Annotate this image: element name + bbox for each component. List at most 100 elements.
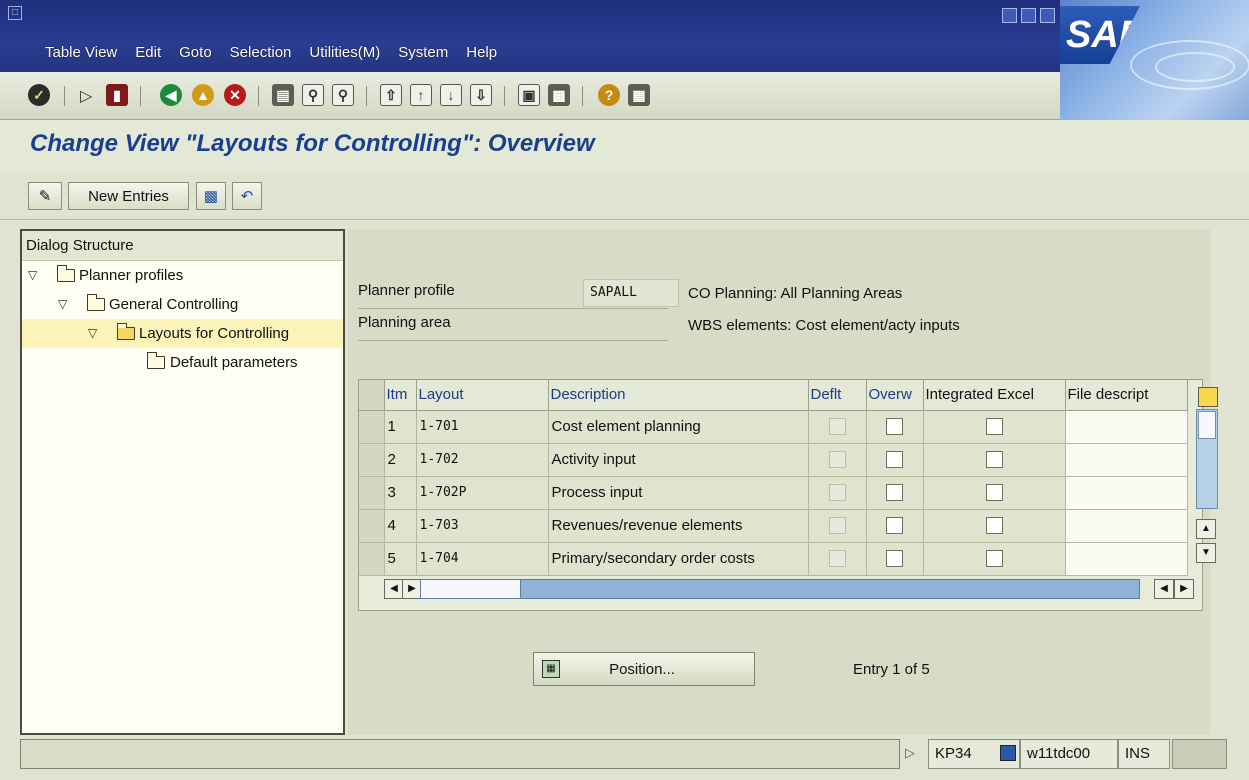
save-icon[interactable]: ▮ xyxy=(106,84,128,106)
server-info-icon[interactable] xyxy=(1000,745,1016,761)
system-menu-icon[interactable]: □ xyxy=(8,6,22,20)
undo-change-button[interactable]: ↶ xyxy=(232,182,262,210)
file-description-input[interactable] xyxy=(1065,443,1188,477)
print-icon[interactable]: ▤ xyxy=(272,84,294,106)
overwrite-checkbox[interactable] xyxy=(886,451,903,469)
row-selector-header[interactable] xyxy=(359,380,385,411)
layout-menu-icon[interactable]: ▦ xyxy=(628,84,650,106)
maximize-icon[interactable] xyxy=(1021,8,1036,23)
folder-icon xyxy=(86,294,105,311)
page-title: Change View "Layouts for Controlling": O… xyxy=(30,130,595,157)
cancel-icon[interactable]: ✕ xyxy=(224,84,246,106)
scroll-up-icon[interactable]: ▲ xyxy=(1196,519,1216,539)
shortcut-icon[interactable]: ▩ xyxy=(548,84,570,106)
copy-icon: ▩ xyxy=(203,188,219,205)
menu-utilities[interactable]: Utilities(M) xyxy=(300,44,389,61)
insert-mode[interactable]: INS xyxy=(1118,739,1170,769)
row-selector[interactable] xyxy=(359,476,385,510)
table-settings-icon[interactable] xyxy=(1198,387,1218,407)
overwrite-checkbox[interactable] xyxy=(886,418,903,436)
table-row[interactable]: 2 1-702 Activity input xyxy=(359,443,1188,477)
server-name: w11tdc00 xyxy=(1020,739,1118,769)
integrated-excel-checkbox[interactable] xyxy=(985,550,1003,568)
status-expand-icon[interactable]: ▷ xyxy=(905,745,915,761)
scroll-down-icon[interactable]: ▼ xyxy=(1196,543,1216,563)
menu-goto[interactable]: Goto xyxy=(170,44,221,61)
scroll-track[interactable] xyxy=(1196,409,1218,509)
menu-help[interactable]: Help xyxy=(457,44,506,61)
scroll-thumb[interactable] xyxy=(1198,411,1216,439)
exit-icon[interactable]: ▲ xyxy=(192,84,214,106)
scroll-right-icon[interactable]: ▶ xyxy=(402,579,422,599)
close-icon[interactable] xyxy=(1040,8,1055,23)
display-change-button[interactable]: ✎ xyxy=(28,182,62,210)
default-checkbox xyxy=(828,418,846,436)
toolbar-separator xyxy=(258,86,259,106)
first-page-icon[interactable]: ⇧ xyxy=(380,84,402,106)
table-row[interactable]: 1 1-701 Cost element planning xyxy=(359,410,1188,444)
scroll-left-icon[interactable]: ◀ xyxy=(1154,579,1174,599)
application-toolbar: ✎ New Entries ▩ ↶ xyxy=(0,172,1249,220)
tree-item-default-parameters[interactable]: Default parameters xyxy=(22,348,343,377)
file-description-input[interactable] xyxy=(1065,509,1188,543)
menu-edit[interactable]: Edit xyxy=(126,44,170,61)
scroll-thumb[interactable] xyxy=(421,580,521,598)
menu-system[interactable]: System xyxy=(389,44,457,61)
collapse-icon[interactable]: ▽ xyxy=(58,290,67,319)
entry-counter: Entry 1 of 5 xyxy=(853,661,930,678)
next-page-icon[interactable]: ↓ xyxy=(440,84,462,106)
file-description-input[interactable] xyxy=(1065,542,1188,576)
scroll-left-icon[interactable]: ◀ xyxy=(384,579,404,599)
command-field-arrow-icon[interactable]: ▷ xyxy=(80,86,92,106)
enter-icon[interactable]: ✓ xyxy=(28,84,50,106)
back-icon[interactable]: ◀ xyxy=(160,84,182,106)
column-header-integrated-excel[interactable]: Integrated Excel xyxy=(923,380,1066,411)
integrated-excel-checkbox[interactable] xyxy=(985,418,1003,436)
new-entries-button[interactable]: New Entries xyxy=(68,182,189,210)
column-header-itm[interactable]: Itm xyxy=(384,380,417,411)
column-header-file-descript[interactable]: File descript xyxy=(1065,380,1188,411)
row-selector[interactable] xyxy=(359,443,385,477)
column-header-description[interactable]: Description xyxy=(548,380,809,411)
table-horizontal-scrollbar[interactable]: ◀ ▶ ◀ ▶ xyxy=(358,577,1203,601)
column-header-deflt[interactable]: Deflt xyxy=(808,380,867,411)
row-selector[interactable] xyxy=(359,410,385,444)
file-description-input[interactable] xyxy=(1065,476,1188,510)
tree-item-planner-profiles[interactable]: ▽ Planner profiles xyxy=(22,261,343,290)
sap-logo: SAP xyxy=(1060,0,1249,130)
column-header-layout[interactable]: Layout xyxy=(416,380,549,411)
find-next-icon[interactable]: ⚲ xyxy=(332,84,354,106)
overwrite-checkbox[interactable] xyxy=(886,550,903,568)
copy-as-button[interactable]: ▩ xyxy=(196,182,226,210)
create-session-icon[interactable]: ▣ xyxy=(518,84,540,106)
table-vertical-scrollbar[interactable]: ▲ ▼ xyxy=(1196,409,1218,577)
menu-table-view[interactable]: Table View xyxy=(36,44,126,61)
file-description-input[interactable] xyxy=(1065,410,1188,444)
find-icon[interactable]: ⚲ xyxy=(302,84,324,106)
tree-item-general-controlling[interactable]: ▽ General Controlling xyxy=(22,290,343,319)
tree-item-layouts-for-controlling[interactable]: ▽ Layouts for Controlling xyxy=(22,319,343,348)
collapse-icon[interactable]: ▽ xyxy=(88,319,97,348)
scroll-track[interactable] xyxy=(420,579,1140,599)
minimize-icon[interactable] xyxy=(1002,8,1017,23)
overwrite-checkbox[interactable] xyxy=(886,517,903,535)
last-page-icon[interactable]: ⇩ xyxy=(470,84,492,106)
row-selector[interactable] xyxy=(359,509,385,543)
position-button[interactable]: ▦ Position... xyxy=(533,652,755,686)
integrated-excel-checkbox[interactable] xyxy=(985,517,1003,535)
help-icon[interactable]: ? xyxy=(598,84,620,106)
menu-selection[interactable]: Selection xyxy=(221,44,301,61)
table-row[interactable]: 5 1-704 Primary/secondary order costs xyxy=(359,542,1188,576)
table-row[interactable]: 3 1-702P Process input xyxy=(359,476,1188,510)
scroll-right-icon[interactable]: ▶ xyxy=(1174,579,1194,599)
previous-page-icon[interactable]: ↑ xyxy=(410,84,432,106)
overwrite-checkbox[interactable] xyxy=(886,484,903,502)
table-row[interactable]: 4 1-703 Revenues/revenue elements xyxy=(359,509,1188,543)
cell-overw xyxy=(866,542,924,576)
column-header-overw[interactable]: Overw xyxy=(866,380,924,411)
collapse-icon[interactable]: ▽ xyxy=(28,261,37,290)
integrated-excel-checkbox[interactable] xyxy=(985,484,1003,502)
integrated-excel-checkbox[interactable] xyxy=(985,451,1003,469)
pencil-icon: ✎ xyxy=(38,188,52,205)
row-selector[interactable] xyxy=(359,542,385,576)
